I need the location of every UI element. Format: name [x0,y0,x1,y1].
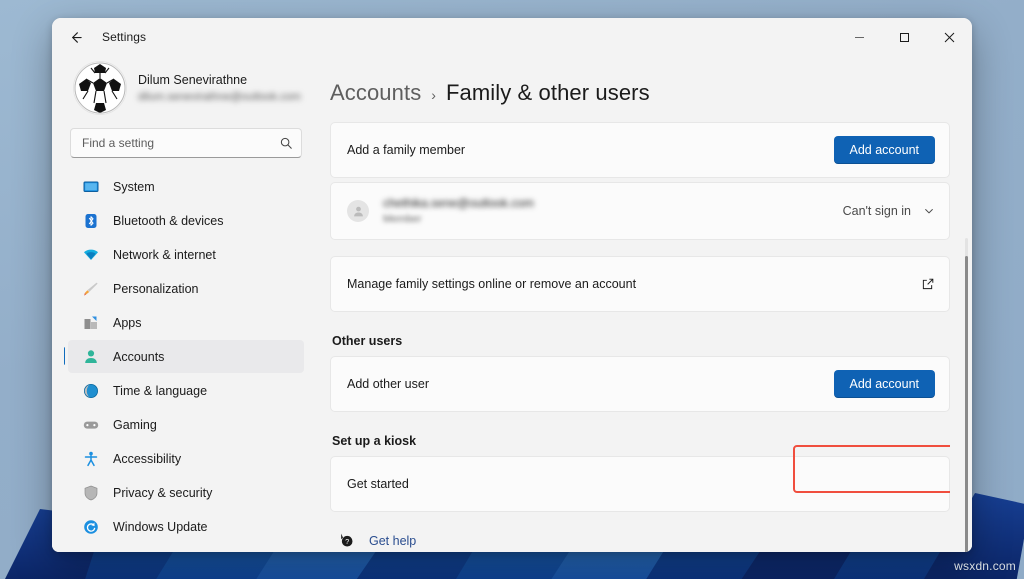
search-box[interactable] [70,128,302,158]
sidebar-item-label: Personalization [113,282,198,296]
content-pane: Accounts › Family & other users Add a fa… [320,56,972,552]
breadcrumb-separator-icon: › [431,87,436,103]
sidebar-nav: System Bluetooth & devices [64,168,308,546]
maximize-icon [899,32,910,43]
content-scrollbar[interactable] [965,238,968,552]
search-input[interactable] [82,136,279,150]
search-wrapper [64,128,308,168]
sidebar-item-label: Bluetooth & devices [113,214,224,228]
close-button[interactable] [927,18,972,56]
status-text: Can't sign in [843,204,911,218]
person-avatar-icon [347,200,369,222]
bluetooth-icon [82,212,99,229]
accessibility-icon [82,450,99,467]
breadcrumb-root[interactable]: Accounts [330,80,421,106]
window-controls [837,18,972,56]
apps-icon [82,314,99,331]
sidebar-item-label: System [113,180,155,194]
sidebar-item-system[interactable]: System [68,170,304,203]
sidebar-item-label: Windows Update [113,520,208,534]
sidebar-item-label: Apps [113,316,142,330]
sidebar-item-network-internet[interactable]: Network & internet [68,238,304,271]
add-family-account-button[interactable]: Add account [834,136,936,164]
breadcrumb: Accounts › Family & other users [320,56,950,122]
add-other-user-label: Add other user [347,377,834,391]
get-help-row[interactable]: ? Get help [330,516,950,549]
clock-globe-icon [82,382,99,399]
scrollbar-thumb[interactable] [965,256,968,552]
wifi-icon [82,246,99,263]
add-other-user-row: Add other user Add account [330,356,950,412]
manage-family-settings-row[interactable]: Manage family settings online or remove … [330,256,950,312]
gamepad-icon [82,416,99,433]
sidebar-item-label: Gaming [113,418,157,432]
site-watermark: wsxdn.com [954,559,1016,573]
shield-icon [82,484,99,501]
update-icon [82,518,99,535]
sidebar-item-label: Accessibility [113,452,181,466]
family-member-meta: chethika.sene@outlook.com Member [383,196,829,226]
family-member-status[interactable]: Can't sign in [843,204,935,218]
profile-email: dilum.senevirathne@outlook.com [138,90,301,104]
sidebar-item-privacy-security[interactable]: Privacy & security [68,476,304,509]
add-other-user-account-button[interactable]: Add account [834,370,936,398]
kiosk-heading: Set up a kiosk [330,416,950,456]
close-icon [944,32,955,43]
sidebar-item-apps[interactable]: Apps [68,306,304,339]
sidebar-item-time-language[interactable]: Time & language [68,374,304,407]
search-icon[interactable] [279,136,293,150]
chevron-down-icon[interactable] [923,205,935,217]
sidebar-item-label: Privacy & security [113,486,212,500]
family-member-row[interactable]: chethika.sene@outlook.com Member Can't s… [330,182,950,240]
sidebar-item-windows-update[interactable]: Windows Update [68,510,304,543]
minimize-button[interactable] [837,18,882,56]
monitor-icon [82,178,99,195]
maximize-button[interactable] [882,18,927,56]
sidebar: Dilum Senevirathne dilum.senevirathne@ou… [52,56,320,552]
back-arrow-icon [68,30,83,45]
sidebar-item-accounts[interactable]: Accounts [68,340,304,373]
person-icon [82,348,99,365]
help-question-icon: ? [338,532,355,549]
sidebar-item-label: Network & internet [113,248,216,262]
add-family-member-label: Add a family member [347,143,834,157]
paintbrush-icon [82,280,99,297]
settings-scroll-area: Add a family member Add account ch [320,122,950,552]
other-users-heading: Other users [330,316,950,356]
svg-text:?: ? [345,537,349,546]
title-bar: Settings [52,18,972,56]
external-link-icon [921,277,935,291]
sidebar-item-label: Time & language [113,384,207,398]
sidebar-item-bluetooth-devices[interactable]: Bluetooth & devices [68,204,304,237]
soccer-ball-avatar [74,62,126,114]
back-button[interactable] [60,22,90,52]
family-member-content: chethika.sene@outlook.com Member Can't s… [347,196,935,226]
manage-family-settings-label: Manage family settings online or remove … [347,277,921,291]
profile-name: Dilum Senevirathne [138,73,301,88]
profile-text: Dilum Senevirathne dilum.senevirathne@ou… [138,73,301,104]
user-profile[interactable]: Dilum Senevirathne dilum.senevirathne@ou… [64,56,308,128]
get-help-link[interactable]: Get help [369,534,416,548]
minimize-icon [854,32,865,43]
sidebar-item-gaming[interactable]: Gaming [68,408,304,441]
family-member-email: chethika.sene@outlook.com [383,196,829,211]
sidebar-item-personalization[interactable]: Personalization [68,272,304,305]
family-member-role: Member [383,213,829,226]
sidebar-item-label: Accounts [113,350,164,364]
kiosk-get-started-row[interactable]: Get started [330,456,950,512]
kiosk-get-started-label: Get started [347,477,935,491]
settings-window: Settings [52,18,972,552]
app-title: Settings [102,30,146,44]
sidebar-item-accessibility[interactable]: Accessibility [68,442,304,475]
add-family-member-row: Add a family member Add account [330,122,950,178]
page-title: Family & other users [446,80,650,106]
